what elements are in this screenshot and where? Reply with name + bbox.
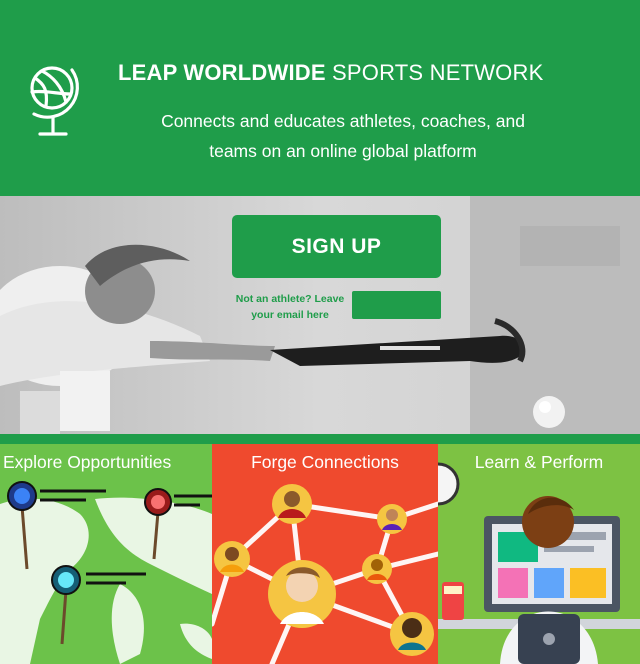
feature-tiles: Explore Opportunities Forge Connections … <box>0 434 640 664</box>
email-input[interactable] <box>352 291 441 319</box>
brand-bold: LEAP WORLDWIDE <box>118 60 326 85</box>
world-map-illustration <box>0 481 212 664</box>
avatar-icon <box>214 541 250 577</box>
avatar-icon <box>268 560 336 628</box>
site-tagline: Connects and educates athletes, coaches,… <box>161 111 525 161</box>
tile-learn-perform[interactable]: Learn & Perform <box>438 444 640 664</box>
avatar-icon <box>390 612 434 656</box>
tile-label: Explore Opportunities <box>3 452 172 472</box>
tile-label: Learn & Perform <box>474 452 604 472</box>
avatar-icon <box>377 504 407 534</box>
avatar-icon <box>362 554 392 584</box>
tile-label: Forge Connections <box>251 452 399 472</box>
globe-icon <box>30 66 79 136</box>
avatar-icon <box>272 484 312 524</box>
site-title: LEAP WORLDWIDE SPORTS NETWORK <box>118 60 543 86</box>
hero-banner: SIGN UP Not an athlete? Leave your email… <box>0 196 640 434</box>
network-illustration <box>212 484 438 664</box>
tile-explore-opportunities[interactable]: Explore Opportunities <box>0 444 212 664</box>
email-note: Not an athlete? Leave your email here <box>235 293 345 321</box>
signup-button[interactable]: SIGN UP <box>232 215 441 278</box>
site-header: LEAP WORLDWIDE SPORTS NETWORK Connects a… <box>0 0 640 196</box>
tile-forge-connections[interactable]: Forge Connections <box>212 444 438 664</box>
learning-illustration <box>438 462 640 664</box>
brand-light: SPORTS NETWORK <box>325 60 544 85</box>
